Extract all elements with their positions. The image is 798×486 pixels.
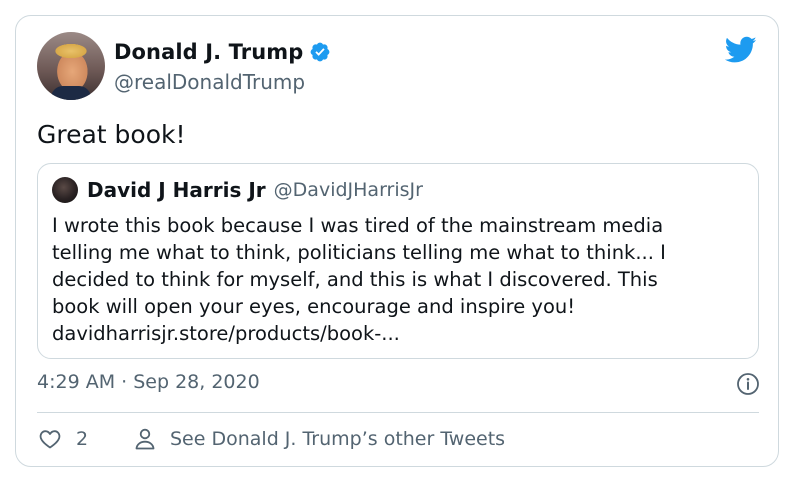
twitter-bird-icon[interactable] bbox=[725, 36, 757, 64]
author-name[interactable]: Donald J. Trump bbox=[114, 40, 303, 64]
person-icon bbox=[135, 428, 155, 450]
quoted-link[interactable]: davidharrisjr.store/products/book-... bbox=[52, 320, 742, 347]
other-tweets-label: See Donald J. Trump’s other Tweets bbox=[170, 428, 506, 450]
info-icon[interactable] bbox=[736, 372, 760, 396]
heart-icon bbox=[39, 430, 61, 449]
quoted-header: David J Harris Jr @DavidJHarrisJr bbox=[52, 177, 423, 203]
quoted-text-line: book will open your eyes, encourage and … bbox=[52, 295, 576, 318]
quoted-avatar bbox=[52, 177, 78, 203]
quoted-text-line: I wrote this book because I was tired of… bbox=[52, 214, 664, 237]
author-name-row: Donald J. Trump bbox=[114, 40, 331, 64]
author-avatar[interactable] bbox=[37, 32, 105, 100]
tweet-card: Donald J. Trump @realDonaldTrump Great b… bbox=[15, 15, 779, 467]
quoted-text: I wrote this book because I was tired of… bbox=[52, 212, 742, 347]
tweet-timestamp[interactable]: 4:29 AM · Sep 28, 2020 bbox=[37, 371, 260, 393]
tweet-text: Great book! bbox=[37, 120, 186, 149]
quoted-author-name: David J Harris Jr bbox=[87, 178, 266, 202]
divider bbox=[37, 412, 759, 413]
other-tweets-link[interactable]: See Donald J. Trump’s other Tweets bbox=[134, 427, 505, 451]
quoted-author-handle: @DavidJHarrisJr bbox=[273, 179, 423, 201]
verified-badge-icon bbox=[310, 42, 330, 62]
like-count: 2 bbox=[76, 428, 89, 450]
like-button[interactable]: 2 bbox=[38, 427, 88, 451]
quoted-text-line: telling me what to think, politicians te… bbox=[52, 241, 666, 264]
quoted-tweet[interactable]: David J Harris Jr @DavidJHarrisJr I wrot… bbox=[37, 163, 759, 359]
author-handle[interactable]: @realDonaldTrump bbox=[114, 70, 305, 94]
quoted-text-line: decided to think for myself, and this is… bbox=[52, 268, 658, 291]
